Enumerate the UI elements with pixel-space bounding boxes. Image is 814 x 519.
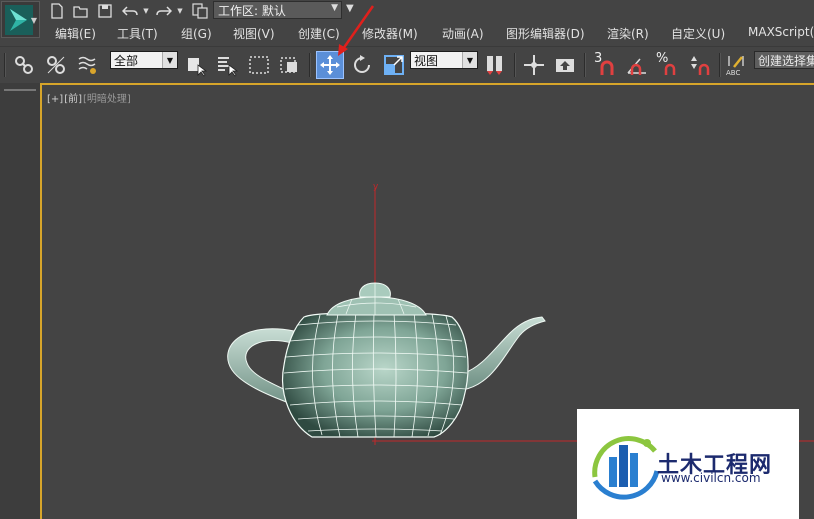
- reference-coordinate-dropdown[interactable]: 视图 ▼: [410, 51, 478, 69]
- toolbar-separator: [309, 53, 311, 77]
- redo-icon[interactable]: [154, 2, 174, 20]
- menu-animation[interactable]: 动画(A): [442, 25, 484, 42]
- watermark-logo: 土木工程网 www.civilcn.com: [577, 409, 799, 519]
- angle-snap-toggle-icon[interactable]: [623, 51, 651, 79]
- select-and-move-icon[interactable]: [316, 51, 344, 79]
- customize-quick-access-icon[interactable]: ▼: [346, 3, 354, 14]
- redo-dropdown-icon[interactable]: ▼: [176, 2, 184, 20]
- select-and-manipulate-icon[interactable]: [520, 51, 548, 79]
- menu-bar: 编辑(E) 工具(T) 组(G) 视图(V) 创建(C) 修改器(M) 动画(A…: [40, 22, 814, 44]
- watermark-url: www.civilcn.com: [661, 471, 761, 485]
- teapot-object[interactable]: [227, 282, 546, 438]
- main-toolbar: 全部 ▼ 视图 ▼ 3 % ABC 创建选择集: [0, 46, 814, 84]
- y-axis-label: y: [373, 182, 379, 192]
- workspace-label: 工作区: 默认: [218, 3, 286, 18]
- unlink-selection-icon[interactable]: [42, 51, 70, 79]
- snap-value: 3: [594, 51, 603, 66]
- workspace-dropdown[interactable]: 工作区: 默认 ▼: [213, 1, 342, 19]
- application-menu-button[interactable]: ▼: [1, 1, 40, 38]
- use-pivot-point-center-icon[interactable]: [481, 51, 509, 79]
- undo-icon[interactable]: [120, 2, 140, 20]
- title-bar: ▼ ▼ ▼ 工作区: 默认 ▼ ▼ 编辑(E) 工具(T) 组(G) 视图(V)…: [0, 0, 814, 46]
- snaps-toggle-icon[interactable]: 3: [592, 51, 620, 79]
- undo-dropdown-icon[interactable]: ▼: [142, 2, 150, 20]
- select-by-name-icon[interactable]: [213, 51, 241, 79]
- select-and-rotate-icon[interactable]: [348, 51, 376, 79]
- chevron-down-icon: ▼: [162, 52, 177, 68]
- chevron-down-icon: ▼: [30, 16, 37, 25]
- percent-snap-toggle-icon[interactable]: %: [654, 51, 682, 79]
- chevron-down-icon: ▼: [331, 3, 338, 13]
- menu-edit[interactable]: 编辑(E): [55, 25, 96, 42]
- menu-modifiers[interactable]: 修改器(M): [362, 25, 418, 42]
- menu-create[interactable]: 创建(C): [298, 25, 340, 42]
- app-logo-icon: [5, 5, 33, 35]
- menu-views[interactable]: 视图(V): [233, 25, 275, 42]
- selection-filter-value: 全部: [114, 53, 139, 68]
- select-object-icon[interactable]: [182, 51, 210, 79]
- rectangular-selection-region-icon[interactable]: [245, 51, 273, 79]
- svg-text:ABC: ABC: [726, 69, 740, 77]
- bind-to-space-warp-icon[interactable]: [74, 51, 102, 79]
- toolbar-grip: [4, 53, 6, 77]
- edit-named-selection-sets-icon[interactable]: ABC: [722, 51, 750, 79]
- project-folder-icon[interactable]: [191, 2, 209, 20]
- spinner-snap-toggle-icon[interactable]: [686, 51, 714, 79]
- menu-maxscript[interactable]: MAXScript(X: [748, 25, 814, 39]
- menu-customize[interactable]: 自定义(U): [671, 25, 725, 42]
- new-file-icon[interactable]: [48, 2, 66, 20]
- keyboard-shortcut-override-icon[interactable]: [551, 51, 579, 79]
- toolbar-separator: [719, 53, 721, 77]
- reference-coordinate-value: 视图: [414, 53, 439, 68]
- chevron-down-icon: ▼: [462, 52, 477, 68]
- panel-divider: [4, 89, 36, 91]
- toolbar-separator: [584, 53, 586, 77]
- menu-rendering[interactable]: 渲染(R): [607, 25, 649, 42]
- window-crossing-icon[interactable]: [276, 51, 304, 79]
- percent-sign-icon: %: [656, 51, 669, 66]
- menu-graph-editors[interactable]: 图形编辑器(D): [506, 25, 585, 42]
- select-and-link-icon[interactable]: [10, 51, 38, 79]
- left-panel-strip: [0, 83, 40, 519]
- open-file-icon[interactable]: [72, 2, 90, 20]
- selection-filter-dropdown[interactable]: 全部 ▼: [110, 51, 178, 69]
- select-and-scale-icon[interactable]: [380, 51, 408, 79]
- named-selection-set-field[interactable]: 创建选择集: [754, 51, 814, 69]
- menu-group[interactable]: 组(G): [181, 25, 212, 42]
- menu-tools[interactable]: 工具(T): [117, 25, 158, 42]
- save-file-icon[interactable]: [96, 2, 114, 20]
- civilcn-logo-icon: [592, 436, 660, 500]
- toolbar-separator: [514, 53, 516, 77]
